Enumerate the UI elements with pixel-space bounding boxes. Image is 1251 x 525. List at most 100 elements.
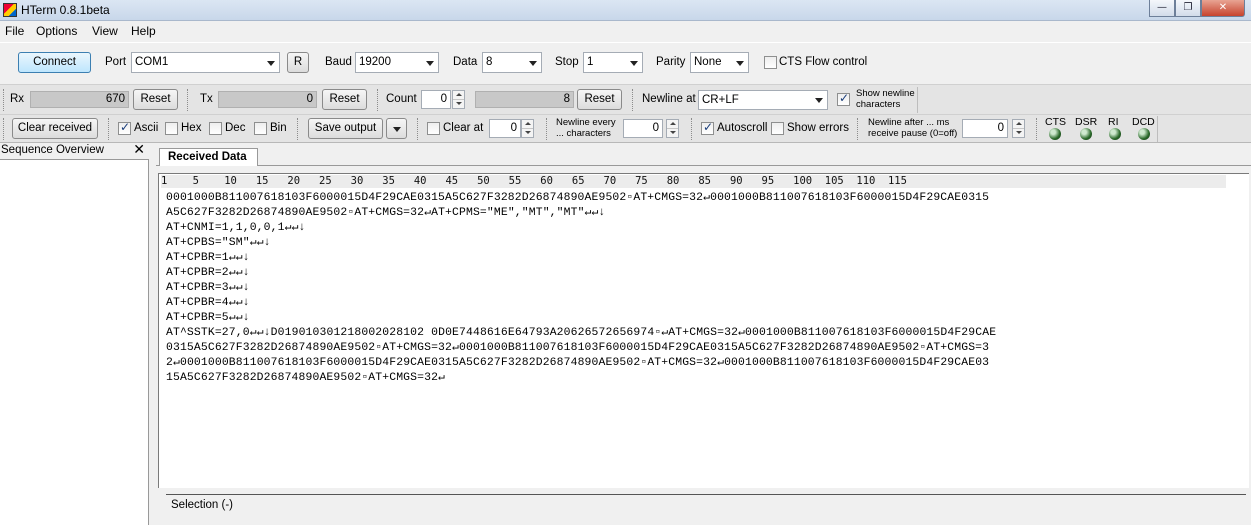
received-line: 15A5C627F3282D26874890AE9502▫AT+CMGS=32↵ [166,372,446,384]
toolbar-grip[interactable] [1036,118,1038,140]
spin-down-icon[interactable] [453,100,464,109]
newline-at-select[interactable]: CR+LF [698,90,828,110]
menu-help[interactable]: Help [131,24,156,38]
toolbar-grip[interactable] [632,89,634,111]
toolbar-grip[interactable] [417,118,419,140]
clear-at-spinner[interactable] [521,119,534,138]
toolbar-grip[interactable] [297,118,299,140]
tx-reset-button[interactable]: Reset [322,89,367,110]
spin-down-icon[interactable] [522,129,533,138]
chevron-down-icon [529,60,537,66]
save-output-button[interactable]: Save output [308,118,383,139]
received-line: AT+CPBR=1↵↵↓ [166,252,250,264]
received-line: AT+CPBR=2↵↵↓ [166,267,250,279]
received-line: A5C627F3282D26874890AE9502▫AT+CMGS=32↵AT… [166,207,606,219]
dcd-led-icon [1138,128,1150,140]
spin-up-icon[interactable] [453,91,464,100]
newline-every-label-line2: ... characters [556,128,611,139]
chevron-down-icon [736,60,744,66]
baud-label: Baud [325,56,352,68]
toolbar-grip[interactable] [691,118,693,140]
show-newline-label-line1: Show newline [856,88,915,99]
tab-received-data[interactable]: Received Data [159,148,258,167]
window-controls: — ❐ ✕ [1149,0,1245,18]
toolbar-grip[interactable] [108,118,110,140]
newline-after-input[interactable]: 0 [962,119,1008,138]
spin-up-icon[interactable] [522,120,533,129]
toolbar-grip[interactable] [3,89,5,111]
hex-checkbox[interactable] [165,122,178,135]
spin-up-icon[interactable] [667,120,678,129]
toolbar-grip[interactable] [187,89,189,111]
ascii-label: Ascii [134,122,159,134]
refresh-ports-button[interactable]: R [287,52,309,73]
save-output-menu-button[interactable] [386,118,407,139]
received-line: AT^SSTK=27,0↵↵↓D019010301218002028102 0D… [166,327,997,339]
tab-strip: Received Data [156,143,1251,167]
count-reset-button[interactable]: Reset [577,89,622,110]
spin-up-icon[interactable] [1013,120,1024,129]
close-button[interactable]: ✕ [1201,0,1245,17]
port-select[interactable]: COM1 [131,52,280,73]
ascii-checkbox[interactable] [118,120,131,135]
sequence-overview-title: Sequence Overview [1,144,104,156]
menu-file[interactable]: File [5,24,24,38]
ri-signal-label: RI [1108,116,1119,128]
menu-view[interactable]: View [92,24,118,38]
port-label: Port [105,56,127,68]
newline-every-label-line1: Newline every [556,117,616,128]
hex-label: Hex [181,122,202,134]
autoscroll-checkbox[interactable] [701,120,714,135]
cts-flow-checkbox[interactable] [764,56,777,69]
cts-led-icon [1049,128,1061,140]
dcd-signal-label: DCD [1132,116,1155,128]
divider [166,494,1246,495]
cts-flow-label: CTS Flow control [779,56,868,68]
clear-at-input[interactable]: 0 [489,119,521,138]
count-input[interactable]: 0 [421,90,451,109]
dsr-led-icon [1080,128,1092,140]
toolbar-grip[interactable] [857,118,859,140]
toolbar-grip[interactable] [377,89,379,111]
data-bits-select[interactable]: 8 [482,52,542,73]
count-spinner[interactable] [452,90,465,109]
rx-reset-button[interactable]: Reset [133,89,178,110]
newline-after-label-line2: receive pause (0=off) [868,128,958,139]
received-line: AT+CPBR=5↵↵↓ [166,312,250,324]
close-icon[interactable]: ✕ [133,142,145,158]
dec-checkbox[interactable] [209,122,222,135]
show-errors-checkbox[interactable] [771,122,784,135]
parity-select[interactable]: None [690,52,749,73]
newline-after-spinner[interactable] [1012,119,1025,138]
clear-received-button[interactable]: Clear received [12,118,98,139]
connect-button[interactable]: Connect [18,52,91,73]
baud-select[interactable]: 19200 [355,52,439,73]
title-bar: HTerm 0.8.1beta — ❐ ✕ [0,0,1251,21]
toolbar-separator [917,87,918,113]
data-bits-value: 8 [486,56,493,68]
newline-every-input[interactable]: 0 [623,119,663,138]
chevron-down-icon [267,60,275,66]
stop-bits-select[interactable]: 1 [583,52,643,73]
newline-at-label: Newline at [642,93,696,105]
spin-down-icon[interactable] [667,129,678,138]
received-line: 0315A5C627F3282D26874890AE9502▫AT+CMGS=3… [166,342,990,354]
newline-every-spinner[interactable] [666,119,679,138]
bin-checkbox[interactable] [254,122,267,135]
show-newline-checkbox[interactable] [837,91,850,106]
show-errors-label: Show errors [787,122,849,134]
maximize-button[interactable]: ❐ [1175,0,1201,17]
received-line: AT+CPBS="SM"↵↵↓ [166,237,271,249]
toolbar-grip[interactable] [546,118,548,140]
spin-down-icon[interactable] [1013,129,1024,138]
menu-options[interactable]: Options [36,24,77,38]
received-text-area[interactable]: 1 5 10 15 20 25 30 35 40 45 50 55 60 65 … [158,173,1249,488]
minimize-button[interactable]: — [1149,0,1175,17]
toolbar-separator [1157,116,1158,142]
app-icon [3,3,17,17]
toolbar-grip[interactable] [3,118,5,140]
received-line: AT+CNMI=1,1,0,0,1↵↵↓ [166,222,306,234]
stop-bits-value: 1 [587,56,594,68]
cts-signal-label: CTS [1045,116,1066,128]
clear-at-checkbox[interactable] [427,122,440,135]
